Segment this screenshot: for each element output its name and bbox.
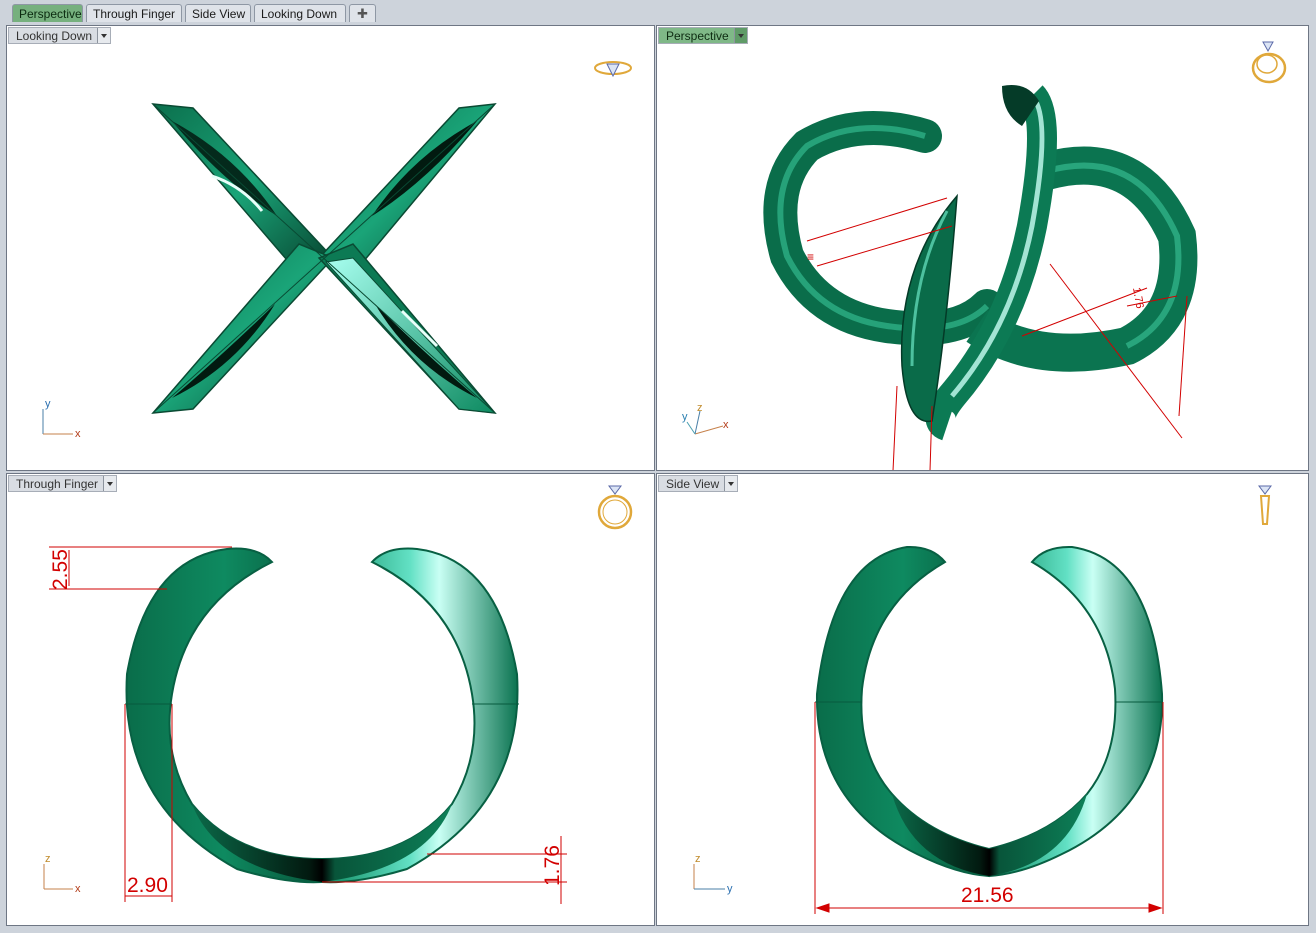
ring-top-shape bbox=[151, 103, 497, 414]
side-view-canvas: 21.56 z y bbox=[693, 485, 1272, 914]
dim-side-thickness: 2.90 bbox=[127, 874, 168, 897]
tab-side-view[interactable]: Side View bbox=[185, 4, 251, 22]
svg-text:1.76: 1.76 bbox=[1130, 286, 1146, 309]
tab-looking-down[interactable]: Looking Down bbox=[254, 4, 346, 22]
chevron-down-icon[interactable] bbox=[97, 28, 111, 43]
ring-side-icon[interactable] bbox=[1258, 485, 1272, 525]
axis-indicator-perspective: y z x bbox=[682, 402, 729, 435]
ring-front-shape bbox=[125, 547, 519, 884]
axis-indicator: y x bbox=[42, 398, 81, 440]
chevron-down-icon[interactable] bbox=[103, 476, 117, 491]
svg-text:y: y bbox=[682, 411, 688, 423]
tab-perspective[interactable]: Perspective bbox=[12, 4, 83, 22]
tab-through-finger[interactable]: Through Finger bbox=[86, 4, 182, 22]
svg-text:z: z bbox=[695, 853, 701, 865]
svg-text:z: z bbox=[45, 853, 51, 865]
top-view-canvas: y x bbox=[42, 61, 632, 440]
viewport-side-view[interactable]: 21.56 z y Side View bbox=[656, 473, 1309, 926]
svg-text:z: z bbox=[697, 402, 703, 414]
dim-width: 21.56 bbox=[961, 884, 1014, 907]
svg-text:x: x bbox=[723, 419, 729, 431]
add-tab-button[interactable]: ✚ bbox=[349, 4, 376, 22]
dim-bottom-thickness: 1.76 bbox=[541, 845, 564, 886]
svg-text:y: y bbox=[45, 398, 51, 410]
viewport-label-side-view[interactable]: Side View bbox=[658, 475, 739, 492]
dim-top-gap: 2.55 bbox=[49, 549, 72, 590]
viewport-label-through-finger[interactable]: Through Finger bbox=[8, 475, 118, 492]
chevron-down-icon[interactable] bbox=[733, 28, 747, 43]
svg-text:x: x bbox=[75, 883, 81, 895]
ring-perspective-shape bbox=[763, 85, 1198, 441]
ring-front-icon[interactable] bbox=[597, 485, 633, 530]
chevron-down-icon[interactable] bbox=[724, 476, 738, 491]
viewport-label-looking-down[interactable]: Looking Down bbox=[8, 27, 112, 44]
plus-icon: ✚ bbox=[357, 6, 368, 21]
svg-text:y: y bbox=[727, 883, 733, 895]
ring-side-shape bbox=[815, 545, 1164, 878]
front-view-canvas: 2.55 2.90 1.76 z x bbox=[43, 485, 633, 904]
axis-indicator-side: z y bbox=[693, 853, 733, 895]
axis-indicator-front: z x bbox=[43, 853, 81, 895]
viewport-label-perspective[interactable]: Perspective bbox=[658, 27, 748, 44]
ring-top-icon[interactable] bbox=[594, 61, 632, 78]
viewport-perspective[interactable]: 1.76 ≡ y z x Perspective bbox=[656, 25, 1309, 471]
svg-text:x: x bbox=[75, 428, 81, 440]
ring-perspective-icon[interactable] bbox=[1251, 41, 1287, 84]
perspective-dim-label: ≡ bbox=[807, 250, 814, 264]
viewport-tab-bar: Perspective Through Finger Side View Loo… bbox=[0, 0, 1316, 25]
perspective-canvas: 1.76 ≡ y z x bbox=[682, 41, 1287, 470]
viewport-through-finger[interactable]: 2.55 2.90 1.76 z x Through Finger bbox=[6, 473, 655, 926]
viewport-looking-down[interactable]: y x Looking Down bbox=[6, 25, 655, 471]
